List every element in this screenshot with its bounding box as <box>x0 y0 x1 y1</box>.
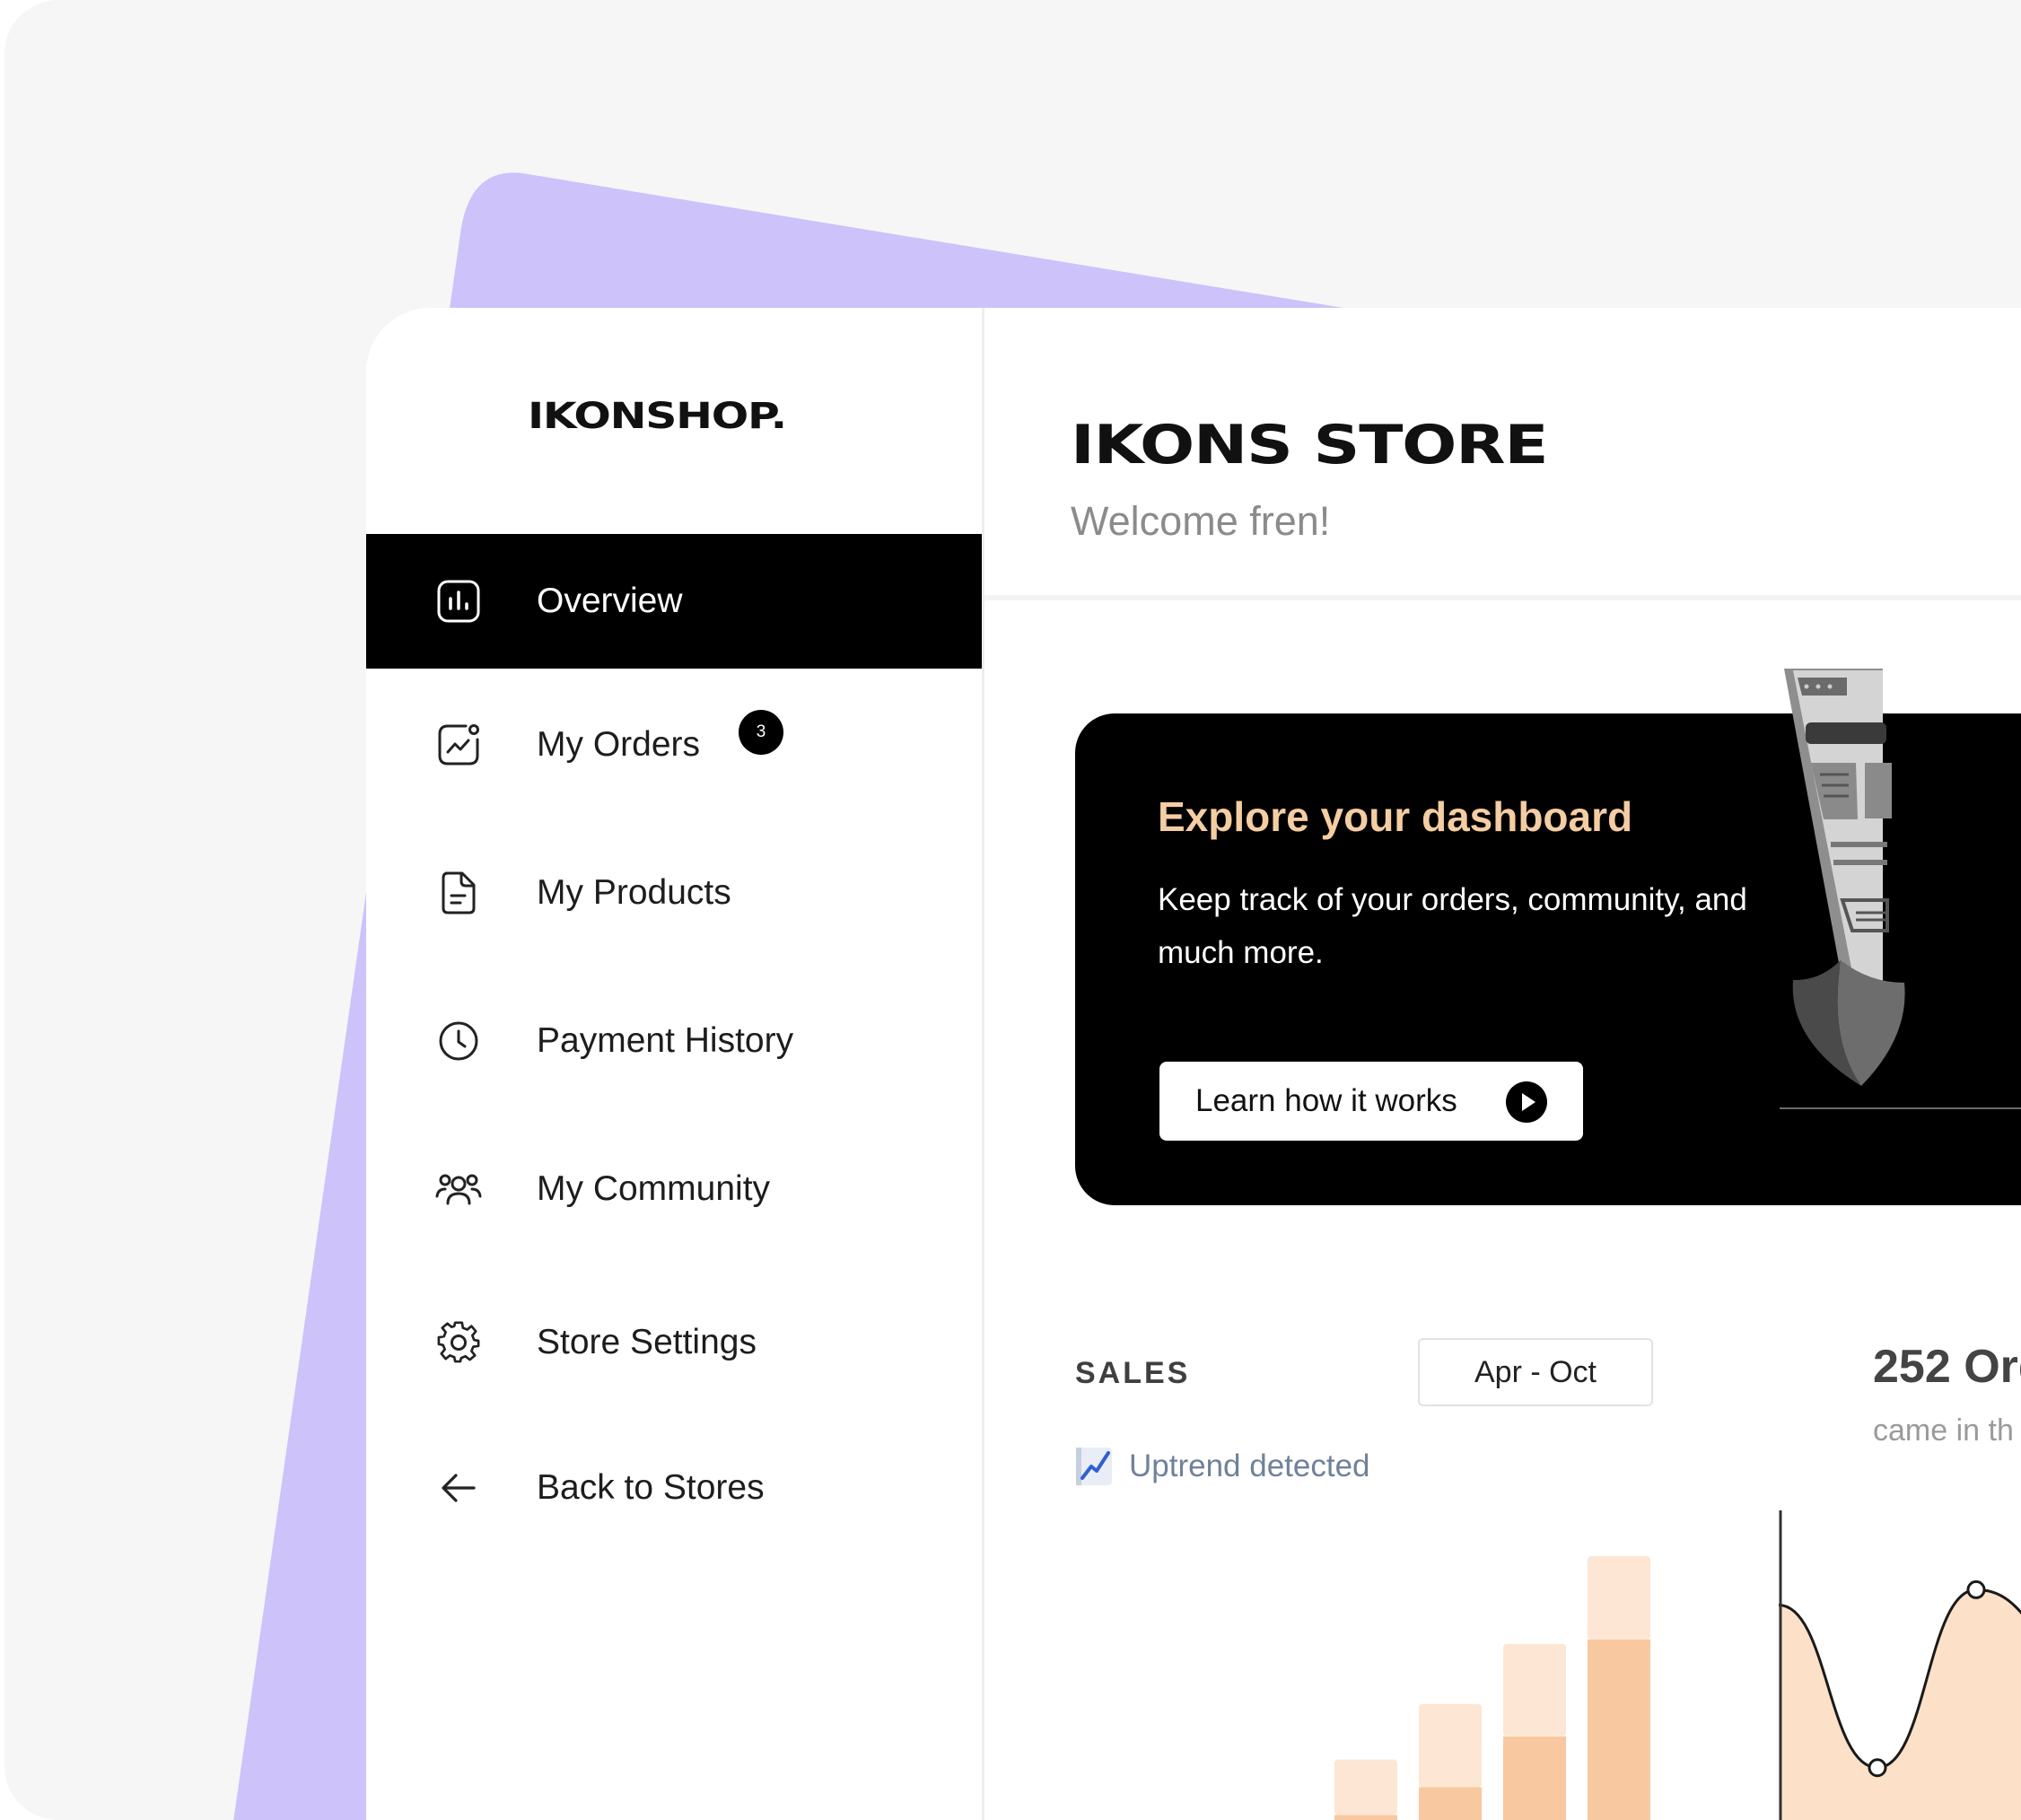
orders-subtext: came in th <box>1873 1413 2014 1448</box>
orders-area-chart <box>1779 1510 2021 1820</box>
explore-banner: Explore your dashboard Keep track of you… <box>1075 669 2021 1205</box>
document-icon <box>434 869 483 917</box>
bar-segment <box>1588 1639 1650 1820</box>
sidebar-item-label: My Orders <box>537 725 701 764</box>
dashboard-illustration <box>1780 669 2021 1109</box>
sidebar-item-my-products[interactable]: My Products <box>366 826 982 960</box>
sidebar-item-label: My Community <box>537 1169 771 1208</box>
header: IKONS STORE Welcome fren! <box>984 308 2021 600</box>
welcome-text: Welcome fren! <box>1071 498 1331 544</box>
sales-label: SALES <box>1075 1356 1191 1390</box>
area-fill <box>1779 1589 2021 1820</box>
sidebar: IKONSHOP. Overview My Orders 3 My Produc… <box>366 308 984 1820</box>
bar-segment <box>1588 1556 1650 1640</box>
data-point <box>1966 1579 1986 1599</box>
uptrend-indicator: Uptrend detected <box>1075 1446 1370 1487</box>
bar-segment <box>1419 1787 1482 1820</box>
sidebar-item-label: Back to Stores <box>537 1468 765 1507</box>
sidebar-item-label: Payment History <box>537 1021 794 1060</box>
page-title: IKONS STORE <box>1071 414 1549 477</box>
gear-icon <box>434 1318 483 1367</box>
sidebar-item-overview[interactable]: Overview <box>366 534 982 669</box>
bar-segment <box>1503 1736 1566 1820</box>
sidebar-item-label: Store Settings <box>537 1323 757 1361</box>
background-frame: IKONSHOP. Overview My Orders 3 My Produc… <box>4 0 2021 1820</box>
data-point <box>1868 1758 1887 1778</box>
bar-segment <box>1334 1815 1397 1820</box>
date-range-select[interactable]: Apr - Oct <box>1418 1338 1653 1406</box>
sidebar-item-label: My Products <box>537 873 731 912</box>
users-icon <box>434 1165 483 1213</box>
orders-count-badge: 3 <box>739 710 783 755</box>
app-window: IKONSHOP. Overview My Orders 3 My Produc… <box>366 308 2021 1820</box>
orders-count: 252 Ord <box>1873 1341 2021 1393</box>
sidebar-item-label: Overview <box>537 582 683 620</box>
sidebar-item-store-settings[interactable]: Store Settings <box>366 1275 982 1410</box>
arrow-left-icon <box>434 1464 483 1512</box>
chart-emoji-icon <box>1076 1448 1112 1485</box>
sidebar-item-payment-history[interactable]: Payment History <box>366 974 982 1108</box>
logo: IKONSHOP. <box>528 396 787 437</box>
clock-icon <box>434 1017 483 1065</box>
main-content: IKONS STORE Welcome fren! Explore your d… <box>984 308 2021 1820</box>
sidebar-item-my-orders[interactable]: My Orders 3 <box>366 678 982 812</box>
sidebar-item-back-to-stores[interactable]: Back to Stores <box>366 1421 982 1555</box>
bar-chart-icon <box>434 577 483 626</box>
sales-bar-chart <box>1334 1556 1650 1820</box>
trend-chart-icon <box>434 721 483 769</box>
uptrend-label: Uptrend detected <box>1129 1448 1370 1483</box>
bar-segment <box>1419 1703 1482 1788</box>
bar-segment <box>1334 1759 1397 1816</box>
sidebar-item-my-community[interactable]: My Community <box>366 1122 982 1256</box>
bar-segment <box>1503 1643 1566 1737</box>
